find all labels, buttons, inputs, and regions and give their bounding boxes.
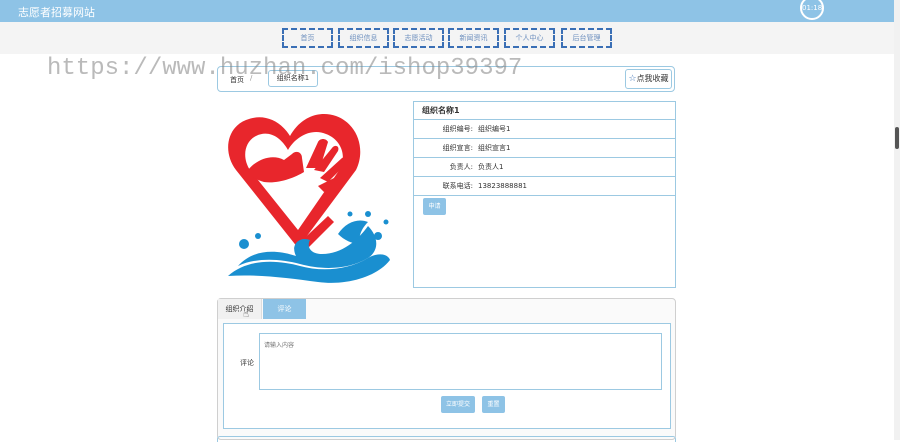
nav-item-admin[interactable]: 后台管理	[561, 28, 612, 48]
main-nav: 首页 组织信息 志愿活动 新闻资讯 个人中心 后台管理	[0, 22, 895, 54]
scrollbar-thumb[interactable]	[895, 127, 899, 149]
tab-introduction[interactable]: 组织介绍	[218, 299, 262, 319]
info-label: 联系电话:	[442, 182, 473, 190]
tab-comment[interactable]: 评论	[263, 299, 306, 319]
info-row-phone: 联系电话: 13823888881	[414, 177, 675, 196]
detail-tabs: 组织介绍 评论 ☝ 评论 立即提交 重置	[217, 298, 676, 440]
page-scrollbar[interactable]	[894, 0, 900, 440]
organization-name: 组织名称1	[414, 102, 675, 120]
top-header: 志愿者招募网站	[0, 0, 895, 22]
next-section-edge	[217, 436, 676, 442]
organization-info-panel: 组织名称1 组织编号: 组织编号1 组织宣言: 组织宣言1 负责人: 负责人1 …	[413, 101, 676, 288]
comment-label: 评论	[240, 359, 254, 367]
info-row-leader: 负责人: 负责人1	[414, 158, 675, 177]
star-icon: ☆	[628, 74, 637, 84]
info-label: 负责人:	[449, 163, 473, 171]
nav-item-profile[interactable]: 个人中心	[504, 28, 555, 48]
comment-panel: 评论 立即提交 重置	[223, 323, 671, 429]
info-label: 组织编号:	[442, 125, 473, 133]
info-row-slogan: 组织宣言: 组织宣言1	[414, 139, 675, 158]
nav-item-activities[interactable]: 志愿活动	[393, 28, 444, 48]
nav-item-organizations[interactable]: 组织信息	[338, 28, 389, 48]
nav-item-home[interactable]: 首页	[282, 28, 333, 48]
nav-item-news[interactable]: 新闻资讯	[448, 28, 499, 48]
organization-logo	[218, 98, 398, 288]
apply-button[interactable]: 申请	[423, 198, 446, 215]
favorite-label: 点我收藏	[636, 74, 669, 83]
volunteer-heart-logo-icon	[228, 114, 390, 283]
info-value: 组织编号1	[478, 125, 511, 133]
info-value: 13823888881	[478, 182, 527, 190]
site-title: 志愿者招募网站	[18, 6, 95, 19]
favorite-button[interactable]: ☆点我收藏	[625, 69, 672, 89]
submit-button[interactable]: 立即提交	[441, 396, 475, 413]
info-value: 组织宣言1	[478, 144, 511, 152]
reset-button[interactable]: 重置	[482, 396, 505, 413]
info-row-id: 组织编号: 组织编号1	[414, 120, 675, 139]
watermark-text: https://www.huzhan.com/ishop39397	[47, 55, 523, 82]
hand-cursor-icon: ☝	[243, 309, 250, 320]
info-label: 组织宣言:	[442, 144, 473, 152]
comment-input[interactable]	[259, 333, 662, 390]
info-value: 负责人1	[478, 163, 504, 171]
